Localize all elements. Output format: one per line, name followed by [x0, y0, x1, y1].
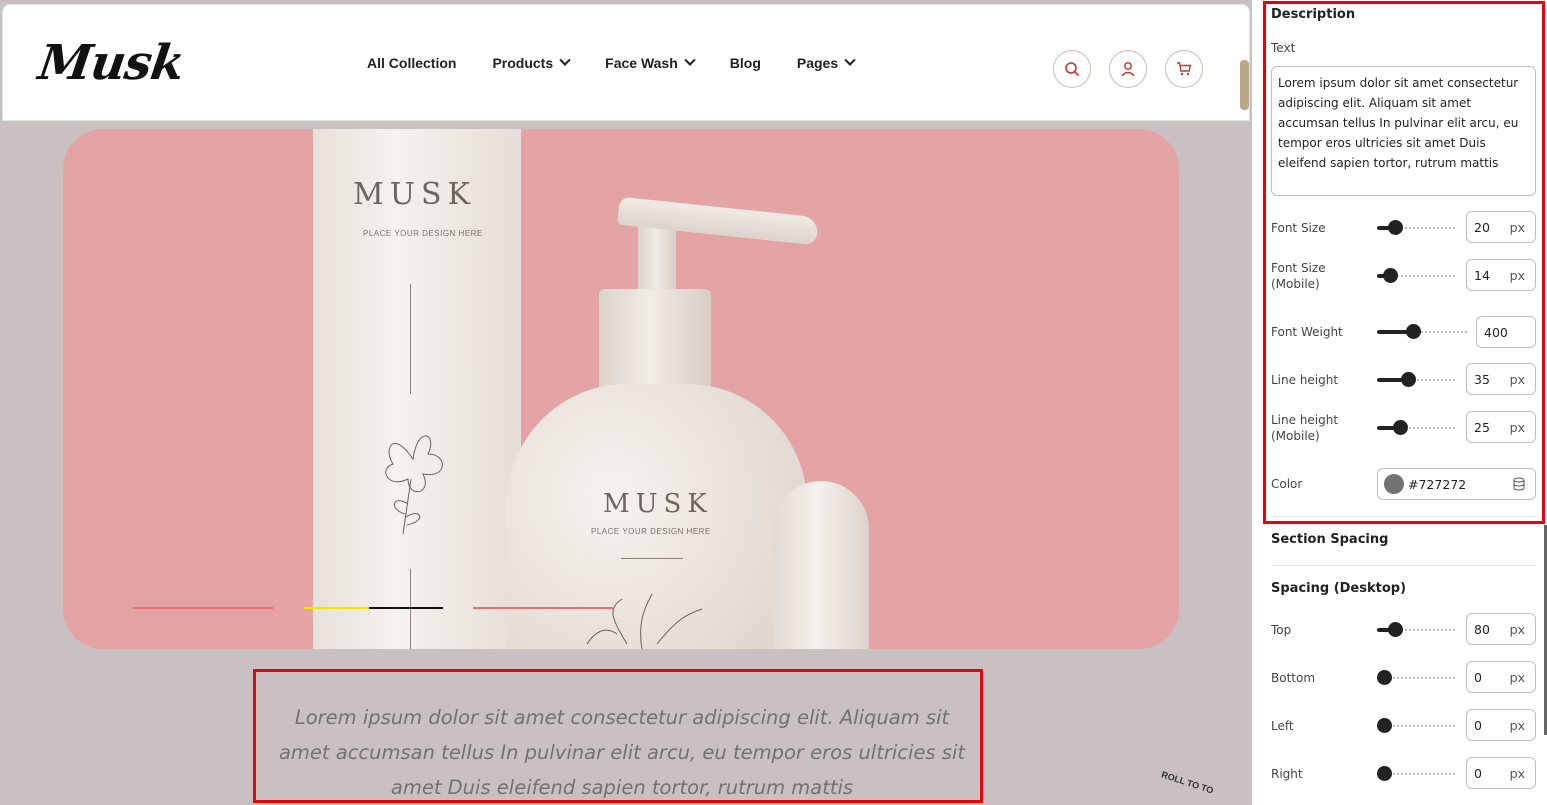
slider-thumb[interactable] — [1388, 622, 1403, 637]
line-height-mobile-slider[interactable] — [1377, 420, 1457, 435]
cart-button[interactable] — [1165, 50, 1203, 88]
pump-stem — [638, 219, 676, 299]
user-icon — [1121, 62, 1135, 77]
slider-thumb[interactable] — [1383, 268, 1398, 283]
text-label: Text — [1271, 41, 1296, 55]
nav-item-blog[interactable]: Blog — [730, 55, 761, 71]
tube-brand: MUSK — [353, 177, 476, 212]
account-button[interactable] — [1109, 50, 1147, 88]
slider-thumb[interactable] — [1377, 718, 1392, 733]
line-height-mobile-input[interactable]: 25 px — [1466, 411, 1536, 443]
nav-label: Pages — [796, 55, 839, 71]
spacing-left-input[interactable]: 0 px — [1466, 709, 1536, 741]
slider-thumb[interactable] — [1393, 420, 1408, 435]
nav-item-products[interactable]: Products — [492, 54, 571, 71]
product-tube-image: MUSK PLACE YOUR DESIGN HERE — [313, 129, 521, 649]
slide-indicator-2[interactable] — [303, 607, 443, 609]
line-height-slider[interactable] — [1377, 372, 1457, 387]
leaf-illustration-icon — [586, 593, 703, 649]
nav-label: All Collection — [367, 55, 457, 71]
slider-thumb[interactable] — [1377, 766, 1392, 781]
divider — [1271, 565, 1536, 566]
line-height-mobile-label: Line height (Mobile) — [1271, 413, 1339, 443]
line-height-label: Line height — [1271, 373, 1339, 387]
cart-icon — [1177, 62, 1192, 76]
spacing-top-label: Top — [1271, 623, 1292, 637]
chevron-down-icon — [844, 54, 856, 66]
spacing-left-label: Left — [1271, 719, 1294, 733]
slider-thumb[interactable] — [1401, 372, 1416, 387]
font-size-input[interactable]: 20 px — [1466, 211, 1536, 243]
nav-item-pages[interactable]: Pages — [796, 54, 856, 71]
description-text[interactable]: Lorem ipsum dolor sit amet consectetur a… — [270, 700, 974, 805]
bottle-brand: MUSK — [603, 489, 713, 519]
font-weight-slider[interactable] — [1377, 324, 1467, 339]
font-weight-label: Font Weight — [1271, 325, 1343, 339]
slider-thumb[interactable] — [1406, 324, 1421, 339]
spacing-right-slider[interactable] — [1377, 766, 1457, 781]
slide-progress — [303, 607, 369, 609]
tube-tagline: PLACE YOUR DESIGN HERE — [363, 229, 483, 238]
font-size-mobile-slider[interactable] — [1377, 268, 1457, 283]
nav-label: Blog — [729, 55, 761, 71]
font-size-label: Font Size — [1271, 221, 1326, 235]
line-height-input[interactable]: 35 px — [1466, 363, 1536, 395]
slider-thumb[interactable] — [1388, 220, 1403, 235]
site-logo[interactable]: Musk — [35, 35, 187, 91]
color-label: Color — [1271, 477, 1303, 491]
bottle-tagline: PLACE YOUR DESIGN HERE — [591, 527, 711, 536]
chevron-down-icon — [559, 54, 571, 66]
slide-indicator-1[interactable] — [133, 607, 273, 609]
search-icon — [1065, 62, 1080, 77]
color-swatch[interactable] — [1384, 474, 1404, 494]
spacing-desktop-title: Spacing (Desktop) — [1271, 581, 1407, 596]
font-weight-input[interactable]: 400 — [1476, 316, 1536, 348]
color-picker[interactable]: #727272 — [1377, 468, 1536, 500]
hero-banner: MUSK PLACE YOUR DESIGN HERE MUSK PLACE Y… — [63, 129, 1179, 649]
spacing-bottom-label: Bottom — [1271, 671, 1316, 685]
description-textarea[interactable]: Lorem ipsum dolor sit amet consectetur a… — [1271, 66, 1536, 196]
spacing-bottom-input[interactable]: 0 px — [1466, 661, 1536, 693]
spacing-right-label: Right — [1271, 767, 1303, 781]
spacing-top-input[interactable]: 80 px — [1466, 613, 1536, 645]
slide-indicator-3[interactable] — [473, 607, 613, 609]
section-title-spacing[interactable]: Section Spacing — [1271, 532, 1388, 547]
page-preview: Musk All Collection Products Face Wash B… — [0, 0, 1252, 805]
product-bottle-image: MUSK PLACE YOUR DESIGN HERE — [507, 384, 807, 649]
font-size-mobile-input[interactable]: 14 px — [1466, 259, 1536, 291]
nav-label: Products — [492, 55, 554, 71]
nav-label: Face Wash — [605, 55, 678, 71]
dropper-bottle-image — [773, 481, 869, 649]
spacing-bottom-slider[interactable] — [1377, 670, 1457, 685]
spacing-right-input[interactable]: 0 px — [1466, 757, 1536, 789]
section-title-description: Description — [1271, 7, 1356, 22]
color-value: #727272 — [1408, 477, 1467, 492]
scroll-to-top-button[interactable]: ROLL TO TO — [1160, 769, 1230, 800]
scrollbar-thumb[interactable] — [1240, 60, 1249, 110]
font-size-mobile-label: Font Size (Mobile) — [1271, 261, 1326, 291]
database-icon[interactable] — [1513, 477, 1525, 491]
flower-illustration-icon — [385, 435, 443, 535]
font-size-slider[interactable] — [1377, 220, 1457, 235]
chevron-down-icon — [684, 54, 696, 66]
site-header: Musk All Collection Products Face Wash B… — [2, 4, 1250, 121]
spacing-left-slider[interactable] — [1377, 718, 1457, 733]
slider-thumb[interactable] — [1377, 670, 1392, 685]
search-button[interactable] — [1053, 50, 1091, 88]
main-nav: All Collection Products Face Wash Blog P… — [367, 54, 890, 71]
divider — [1271, 516, 1536, 517]
nav-item-all-collection[interactable]: All Collection — [367, 55, 456, 71]
spacing-top-slider[interactable] — [1377, 622, 1457, 637]
nav-item-face-wash[interactable]: Face Wash — [605, 54, 696, 71]
